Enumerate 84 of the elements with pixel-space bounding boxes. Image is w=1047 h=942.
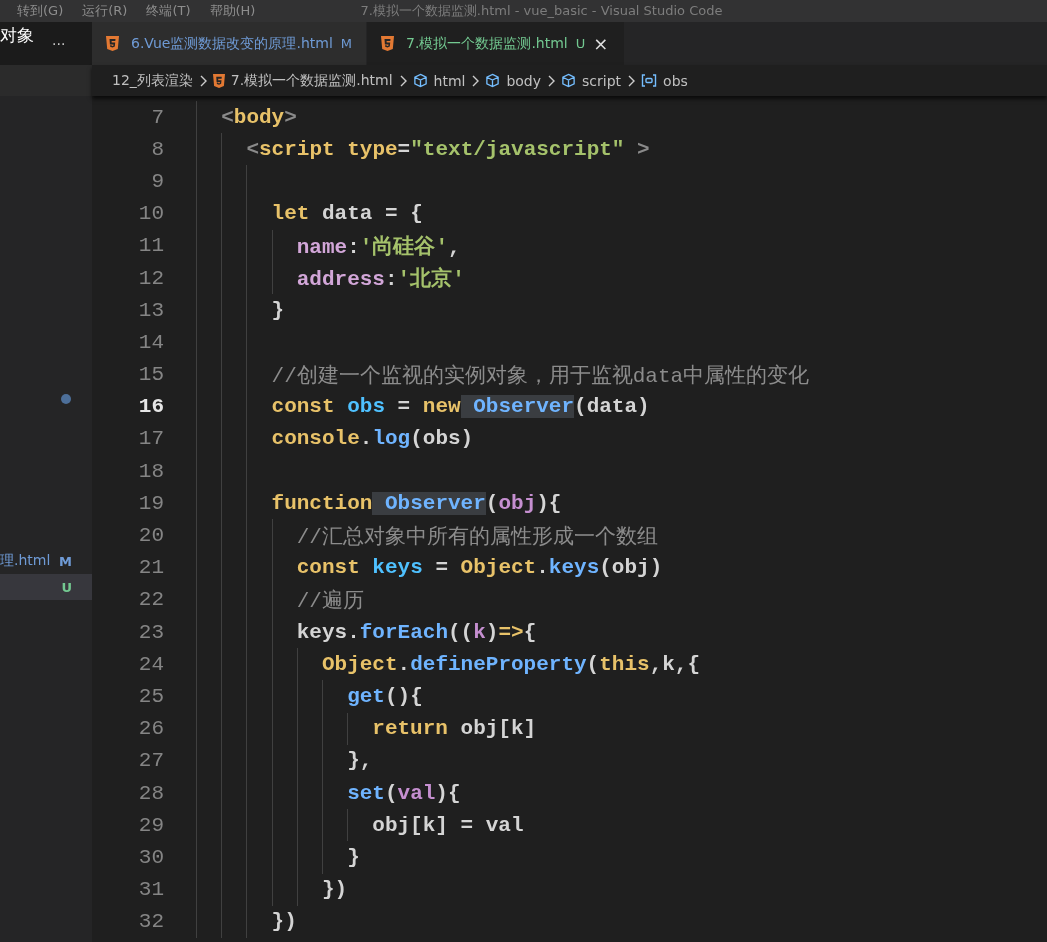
dot-icon bbox=[61, 394, 71, 404]
code-line: keys.forEach((k)=>{ bbox=[296, 620, 537, 644]
code-line: }, bbox=[347, 749, 373, 773]
line-number: 17 bbox=[137, 427, 164, 451]
code-line: } bbox=[347, 845, 360, 869]
chevron-icon bbox=[547, 74, 556, 87]
close-icon[interactable]: × bbox=[593, 33, 609, 54]
breadcrumb-item[interactable]: 12_列表渲染 bbox=[112, 71, 193, 90]
chevron-icon bbox=[627, 74, 636, 87]
code-line: name:'尚硅谷', bbox=[296, 234, 461, 260]
editor-tab[interactable]: 7.模拟一个数据监测.html U × bbox=[367, 22, 626, 65]
git-status: M bbox=[340, 36, 353, 51]
editor-tab[interactable]: 6.Vue监测数据改变的原理.html M bbox=[92, 22, 368, 65]
line-number: 30 bbox=[137, 845, 164, 869]
more-actions-button[interactable]: ··· bbox=[52, 35, 66, 52]
line-number: 21 bbox=[137, 556, 164, 580]
line-number: 27 bbox=[137, 749, 164, 773]
line-number: 25 bbox=[137, 684, 164, 708]
chevron-icon bbox=[398, 74, 407, 87]
line-number: 24 bbox=[137, 652, 164, 676]
code-line: }) bbox=[271, 910, 297, 934]
menu-item[interactable]: 终端(T) bbox=[146, 2, 191, 20]
line-number: 31 bbox=[137, 878, 164, 902]
breadcrumb-item[interactable]: html bbox=[433, 72, 466, 89]
line-number: 15 bbox=[137, 363, 164, 387]
line-number: 29 bbox=[137, 813, 164, 837]
breadcrumb-item[interactable]: body bbox=[506, 72, 542, 89]
code-line: } bbox=[271, 298, 285, 322]
code-line: return obj[k] bbox=[372, 717, 537, 741]
code-line: let data = { bbox=[271, 202, 423, 226]
code-line: <body> bbox=[221, 105, 297, 129]
code-line: }) bbox=[321, 878, 348, 902]
code-line: //汇总对象中所有的属性形成一个数组 bbox=[296, 524, 658, 550]
line-number: 13 bbox=[137, 298, 164, 322]
git-status: M bbox=[59, 553, 72, 569]
code-line: <script type="text/javascript" > bbox=[246, 137, 650, 161]
line-number: 23 bbox=[137, 620, 164, 644]
menu-item[interactable]: 转到(G) bbox=[17, 2, 64, 20]
breadcrumb-item[interactable]: script bbox=[582, 72, 622, 89]
line-number: 7 bbox=[150, 105, 164, 129]
breadcrumb-item[interactable]: obs bbox=[663, 72, 688, 89]
file-item[interactable]: 理.html M bbox=[0, 548, 92, 574]
chevron-icon bbox=[471, 74, 480, 87]
line-number: 9 bbox=[150, 169, 164, 193]
code-line: //创建一个监视的实例对象，用于监视data中属性的变化 bbox=[271, 363, 810, 389]
file-name: 理.html bbox=[0, 552, 52, 570]
panel-title: 对象 bbox=[0, 24, 34, 47]
line-number: 11 bbox=[137, 234, 164, 258]
line-number: 12 bbox=[137, 266, 164, 290]
menu-item[interactable]: 帮助(H) bbox=[209, 2, 256, 20]
cube-icon bbox=[412, 73, 428, 88]
line-number: 22 bbox=[137, 588, 164, 612]
line-number: 18 bbox=[137, 459, 164, 483]
line-number: 20 bbox=[137, 524, 164, 548]
code-line: Object.defineProperty(this,k,{ bbox=[321, 652, 701, 676]
code-line: const obs = new Observer(data) bbox=[271, 395, 650, 419]
breadcrumb-item[interactable]: 7.模拟一个数据监测.html bbox=[230, 71, 393, 90]
line-number: 8 bbox=[150, 137, 164, 161]
code-line: //遍历 bbox=[296, 588, 364, 614]
html-file-icon bbox=[381, 36, 395, 51]
code-line: address:'北京' bbox=[296, 266, 465, 293]
line-number: 26 bbox=[137, 717, 164, 741]
chevron-icon bbox=[198, 74, 207, 87]
code-line: set(val){ bbox=[347, 781, 461, 805]
line-number: 32 bbox=[137, 910, 164, 934]
html-file-icon bbox=[106, 36, 119, 51]
html-file-icon bbox=[212, 73, 225, 88]
variable-icon bbox=[641, 74, 658, 87]
line-number: 14 bbox=[137, 330, 164, 354]
code-line: get(){ bbox=[347, 684, 423, 708]
file-item[interactable]: U bbox=[0, 574, 92, 600]
line-number: 19 bbox=[137, 491, 164, 515]
git-status: U bbox=[575, 36, 586, 51]
code-line: console.log(obs) bbox=[271, 427, 474, 451]
menu-item[interactable]: 运行(R) bbox=[82, 2, 128, 20]
git-status: U bbox=[61, 579, 72, 595]
line-number: 28 bbox=[137, 781, 164, 805]
line-number: 10 bbox=[137, 202, 164, 226]
code-line: const keys = Object.keys(obj) bbox=[296, 556, 663, 580]
cube-icon bbox=[485, 73, 501, 88]
line-number: 16 bbox=[137, 395, 164, 419]
cube-icon bbox=[561, 73, 577, 88]
code-line: obj[k] = val bbox=[372, 813, 524, 837]
code-line: function Observer(obj){ bbox=[271, 491, 562, 515]
